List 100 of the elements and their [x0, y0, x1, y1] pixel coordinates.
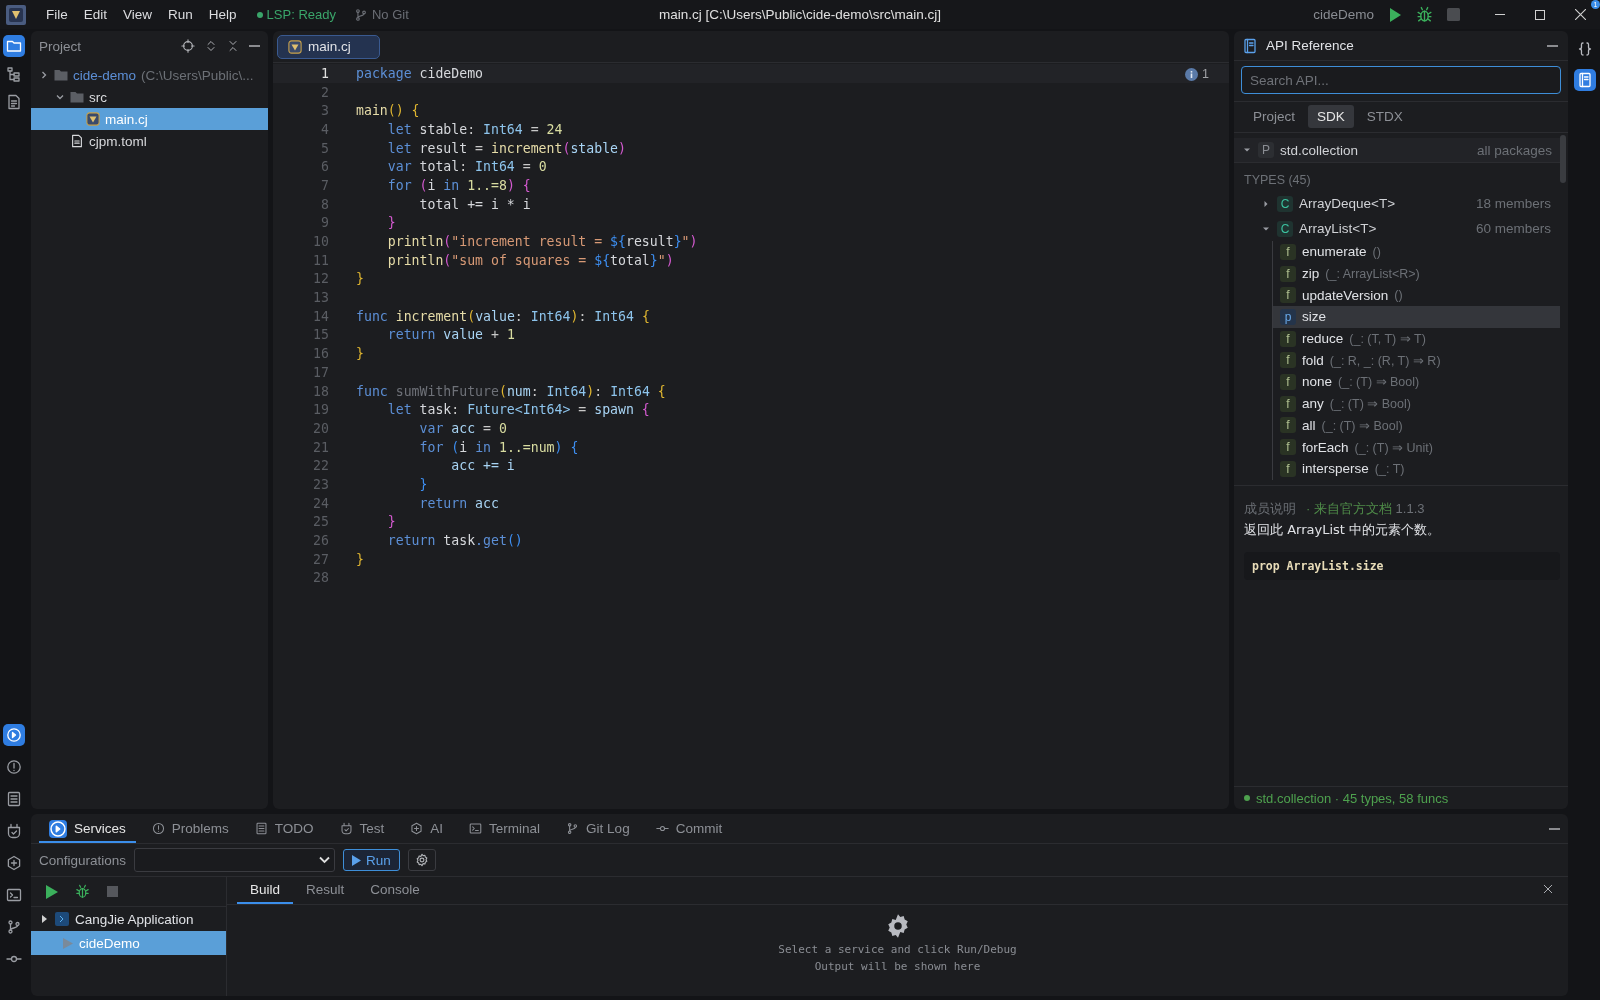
code-line: return value + 1: [386, 327, 515, 343]
search-field[interactable]: Search API...: [1241, 66, 1561, 94]
close-icon: [1574, 9, 1586, 20]
branch-icon: [566, 822, 580, 835]
run-button[interactable]: [46, 884, 58, 899]
book-icon: [1242, 37, 1258, 54]
tree-item[interactable]: src: [31, 86, 268, 108]
maximize-icon: [1535, 9, 1545, 20]
scrollbar[interactable]: [1560, 135, 1566, 183]
member-row[interactable]: f enumerate (): [1273, 241, 1560, 263]
tool-window-button[interactable]: [3, 724, 25, 746]
braces-icon: [1577, 41, 1593, 57]
tree-item[interactable]: cide-demo (C:\Users\Public\...: [31, 64, 268, 86]
tool-tab[interactable]: Problems: [141, 816, 239, 843]
line-number: 24: [312, 495, 329, 511]
code-line: return task.get(): [386, 533, 523, 549]
member-row[interactable]: f reduce (_: (T, T) ⇒ T): [1273, 327, 1560, 350]
section-heading: TYPES (45): [1243, 172, 1312, 189]
menu-item[interactable]: Run: [160, 7, 201, 22]
tool-tab[interactable]: Git Log: [556, 816, 640, 843]
settings-button[interactable]: [407, 849, 436, 871]
scope-tab[interactable]: STDX: [1357, 105, 1412, 128]
line-number: 10: [312, 234, 329, 250]
empty-state-text: Select a service and click Run/Debug: [778, 943, 1017, 956]
tool-tab[interactable]: TODO: [244, 816, 324, 843]
empty-state-text: Output will be shown here: [814, 960, 981, 973]
tool-tab[interactable]: Commit: [645, 816, 733, 843]
member-row[interactable]: p size: [1273, 306, 1560, 328]
sidebar-tab[interactable]: [3, 35, 25, 57]
play-icon: [46, 884, 58, 899]
code-line: acc += i: [450, 458, 515, 474]
line-number: 16: [312, 346, 329, 362]
run-icon[interactable]: [1388, 6, 1402, 23]
caret-icon[interactable]: [39, 914, 49, 924]
tool-tab[interactable]: AI: [400, 816, 454, 843]
scope-tab[interactable]: Project: [1244, 105, 1305, 128]
output-tab[interactable]: Build: [237, 877, 294, 904]
doc-source: · 来自官方文档 1.1.3: [1306, 500, 1425, 518]
line-number: 23: [312, 476, 329, 492]
panel-title: Project: [39, 38, 83, 54]
debug-button[interactable]: [75, 884, 90, 899]
run-configuration[interactable]: cideDemo: [1313, 7, 1374, 22]
member-row[interactable]: f all (_: (T) ⇒ Bool): [1273, 414, 1560, 437]
status-text: std.collection · 45 types, 58 funcs: [1234, 786, 1568, 809]
member-row[interactable]: f intersperse (_: T): [1273, 457, 1560, 480]
member-row[interactable]: f updateVersion (): [1273, 284, 1560, 307]
chevron-icon[interactable]: [55, 92, 65, 102]
locate-button[interactable]: [181, 39, 195, 53]
member-row[interactable]: f zip (_: ArrayList<R>): [1273, 262, 1560, 285]
terminal-icon: [469, 822, 483, 835]
expand-all-button[interactable]: [205, 40, 217, 52]
services-icon: [6, 727, 22, 743]
line-number: 25: [312, 514, 329, 530]
code-line: main() {: [356, 103, 420, 119]
list-icon: [6, 791, 22, 807]
terminal-icon: [6, 887, 22, 903]
minimize-button[interactable]: [1547, 44, 1558, 47]
code-line: package cideDemo: [356, 65, 484, 81]
type-row[interactable]: C ArrayDeque<T> 18 members: [1234, 191, 1568, 216]
branch-icon: [353, 7, 368, 22]
service-item[interactable]: CangJie Application: [31, 907, 226, 931]
code-line: let task: Future<Int64> = spawn {: [386, 402, 650, 418]
menu-item[interactable]: View: [115, 7, 161, 22]
member-row[interactable]: f any (_: (T) ⇒ Bool): [1273, 392, 1560, 415]
menu-item[interactable]: File: [38, 7, 76, 22]
info-icon: [1185, 67, 1199, 81]
close-button[interactable]: [1542, 883, 1554, 895]
field-label: Configurations: [39, 852, 127, 868]
scope-tab[interactable]: SDK: [1308, 105, 1354, 128]
application-icon: [55, 912, 69, 926]
document-icon: [70, 134, 84, 148]
package-row[interactable]: P std.collection all packages: [1234, 138, 1560, 163]
line-number: 15: [312, 327, 329, 343]
bug-icon[interactable]: [1416, 6, 1433, 23]
line-number: 18: [312, 383, 329, 399]
inspection-count[interactable]: 1: [1202, 67, 1209, 81]
output-tab[interactable]: Result: [293, 877, 358, 904]
tool-tab[interactable]: Services: [39, 816, 136, 843]
output-tab[interactable]: Console: [357, 877, 433, 904]
line-number: 9: [320, 215, 329, 231]
tool-tab[interactable]: Test: [329, 816, 395, 843]
type-row[interactable]: C ArrayList<T> 60 members: [1234, 216, 1568, 241]
code-line: return acc: [418, 495, 499, 511]
member-row[interactable]: f forEach (_: (T) ⇒ Unit): [1273, 436, 1560, 458]
line-number: 21: [312, 439, 329, 455]
minimize-button[interactable]: [1549, 827, 1560, 830]
run-button[interactable]: Run: [343, 849, 400, 871]
member-row[interactable]: f fold (_: R, _: (R, T) ⇒ R): [1273, 349, 1560, 372]
menu-item[interactable]: Edit: [75, 7, 116, 22]
tree-item[interactable]: cjpm.toml: [31, 130, 268, 152]
collapse-all-button[interactable]: [227, 40, 239, 52]
chevron-icon[interactable]: [39, 70, 49, 80]
code-line: func sumWithFuture(num: Int64): Int64 {: [356, 383, 666, 399]
line-number: 1: [320, 65, 329, 81]
tool-tab[interactable]: Terminal: [459, 816, 551, 843]
member-row[interactable]: f none (_: (T) ⇒ Bool): [1273, 371, 1560, 393]
menu-item[interactable]: Help: [200, 7, 245, 22]
editor-tab[interactable]: main.cj: [277, 34, 380, 59]
sidebar-tab[interactable]: [1574, 69, 1596, 91]
code-line: let stable: Int64 = 24: [386, 121, 563, 137]
